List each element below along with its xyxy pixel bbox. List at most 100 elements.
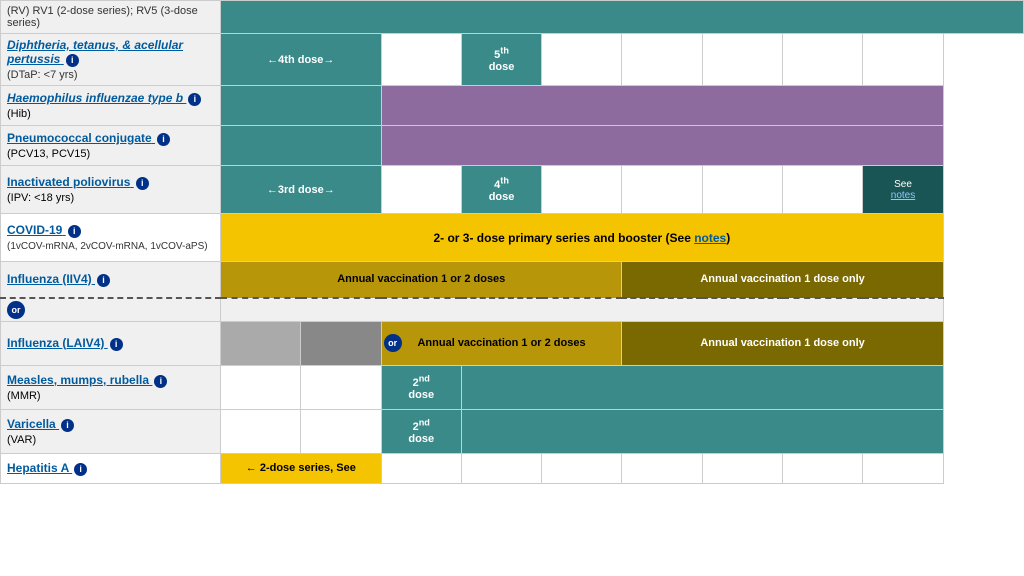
- ipv-gap: [381, 166, 461, 214]
- hepa-empty6: [783, 453, 863, 483]
- ipv-dose3: ←3rd dose→: [221, 166, 382, 214]
- varicella-dose2: 2nddose: [381, 409, 461, 453]
- dtap-sub: (DTaP: <7 yrs): [7, 69, 78, 81]
- hib-info-icon[interactable]: i: [188, 93, 201, 106]
- covid-link[interactable]: COVID-19: [7, 223, 66, 237]
- rv-span: [221, 1, 1024, 34]
- pcv-purple: [381, 126, 943, 166]
- row-hepa: Hepatitis A i ← 2-dose series, See: [1, 453, 1024, 483]
- varicella-sub: (VAR): [7, 434, 36, 446]
- covid-sub: (1vCOV-mRNA, 2vCOV-mRNA, 1vCOV-aPS): [7, 241, 208, 252]
- ipv-sub: (IPV: <18 yrs): [7, 192, 74, 204]
- covid-name-cell: COVID-19 i (1vCOV-mRNA, 2vCOV-mRNA, 1vCO…: [1, 214, 221, 262]
- varicella-empty2: [301, 409, 381, 453]
- ipv-name-cell: Inactivated poliovirus i (IPV: <18 yrs): [1, 166, 221, 214]
- iiv4-link[interactable]: Influenza (IIV4): [7, 272, 95, 286]
- or-badge: or: [7, 301, 25, 319]
- laiv4-gray2: [301, 321, 381, 365]
- dtap-empty3: [702, 34, 782, 86]
- row-varicella: Varicella i (VAR) 2nddose: [1, 409, 1024, 453]
- hepa-name-cell: Hepatitis A i: [1, 453, 221, 483]
- ipv-empty3: [702, 166, 782, 214]
- hepa-empty1: [381, 453, 461, 483]
- mmr-dose2: 2nddose: [381, 365, 461, 409]
- covid-info-icon[interactable]: i: [68, 225, 81, 238]
- hepa-dose-series: ← 2-dose series, See: [221, 453, 382, 483]
- row-rv: (RV) RV1 (2-dose series); RV5 (3-dose se…: [1, 1, 1024, 34]
- pcv-teal1: [221, 126, 382, 166]
- ipv-notes-link[interactable]: notes: [891, 190, 915, 201]
- iiv4-name-cell: Influenza (IIV4) i: [1, 262, 221, 298]
- dtap-info-icon[interactable]: i: [66, 54, 79, 67]
- or-span: [221, 298, 944, 322]
- varicella-name-cell: Varicella i (VAR): [1, 409, 221, 453]
- mmr-empty1: [221, 365, 301, 409]
- row-influenza-laiv4: Influenza (LAIV4) i or Annual vaccinatio…: [1, 321, 1024, 365]
- hepa-empty7: [863, 453, 943, 483]
- dtap-dose4: ←4th dose→: [221, 34, 382, 86]
- hib-name-cell: Haemophilus influenzae type b i (Hib): [1, 86, 221, 126]
- laiv4-link[interactable]: Influenza (LAIV4): [7, 336, 108, 350]
- row-dtap: Diphtheria, tetanus, & acellular pertuss…: [1, 34, 1024, 86]
- pcv-sub: (PCV13, PCV15): [7, 148, 90, 160]
- ipv-see-notes: See notes: [863, 166, 943, 214]
- hib-link[interactable]: Haemophilus influenzae type b: [7, 91, 186, 105]
- ipv-empty2: [622, 166, 702, 214]
- hepa-empty3: [542, 453, 622, 483]
- row-hib: Haemophilus influenzae type b i (Hib): [1, 86, 1024, 126]
- covid-span: 2- or 3- dose primary series and booster…: [221, 214, 944, 262]
- dtap-empty4: [783, 34, 863, 86]
- row-influenza-iiv4: Influenza (IIV4) i Annual vaccination 1 …: [1, 262, 1024, 298]
- ipv-dose4: 4thdose: [461, 166, 541, 214]
- rv-label: (RV) RV1 (2-dose series); RV5 (3-dose se…: [7, 5, 198, 29]
- ipv-link[interactable]: Inactivated poliovirus: [7, 175, 134, 189]
- row-pcv: Pneumococcal conjugate i (PCV13, PCV15): [1, 126, 1024, 166]
- row-or: or: [1, 298, 1024, 322]
- hepa-empty2: [461, 453, 541, 483]
- iiv4-annual2: Annual vaccination 1 dose only: [622, 262, 943, 298]
- ipv-empty4: [783, 166, 863, 214]
- or-cell: or: [1, 298, 221, 322]
- iiv4-info-icon[interactable]: i: [97, 274, 110, 287]
- hepa-empty5: [702, 453, 782, 483]
- laiv4-info-icon[interactable]: i: [110, 338, 123, 351]
- row-covid: COVID-19 i (1vCOV-mRNA, 2vCOV-mRNA, 1vCO…: [1, 214, 1024, 262]
- ipv-empty1: [542, 166, 622, 214]
- dtap-dose5: 5thdose: [461, 34, 541, 86]
- mmr-empty2: [301, 365, 381, 409]
- or-badge-2: or: [384, 334, 402, 352]
- mmr-name-cell: Measles, mumps, rubella i (MMR): [1, 365, 221, 409]
- mmr-link[interactable]: Measles, mumps, rubella: [7, 373, 152, 387]
- mmr-info-icon[interactable]: i: [154, 375, 167, 388]
- pcv-link[interactable]: Pneumococcal conjugate: [7, 131, 155, 145]
- hepa-link[interactable]: Hepatitis A: [7, 461, 72, 475]
- laiv4-name-cell: Influenza (LAIV4) i: [1, 321, 221, 365]
- hepa-info-icon[interactable]: i: [74, 463, 87, 476]
- dtap-gap1: [381, 34, 461, 86]
- pcv-name-cell: Pneumococcal conjugate i (PCV13, PCV15): [1, 126, 221, 166]
- dtap-empty2: [622, 34, 702, 86]
- row-ipv: Inactivated poliovirus i (IPV: <18 yrs) …: [1, 166, 1024, 214]
- dtap-empty1: [542, 34, 622, 86]
- dtap-link[interactable]: Diphtheria, tetanus, & acellular pertuss…: [7, 38, 183, 66]
- varicella-info-icon[interactable]: i: [61, 419, 74, 432]
- varicella-empty1: [221, 409, 301, 453]
- dtap-empty5: [863, 34, 943, 86]
- varicella-link[interactable]: Varicella: [7, 417, 59, 431]
- hib-purple: [381, 86, 943, 126]
- laiv4-gray1: [221, 321, 301, 365]
- pcv-info-icon[interactable]: i: [157, 133, 170, 146]
- iiv4-annual1: Annual vaccination 1 or 2 doses: [221, 262, 622, 298]
- laiv4-annual2: Annual vaccination 1 dose only: [622, 321, 943, 365]
- covid-notes-link[interactable]: notes: [694, 231, 726, 245]
- mmr-sub: (MMR): [7, 390, 41, 402]
- dtap-name-cell: Diphtheria, tetanus, & acellular pertuss…: [1, 34, 221, 86]
- rv-name-cell: (RV) RV1 (2-dose series); RV5 (3-dose se…: [1, 1, 221, 34]
- hib-sub: (Hib): [7, 108, 31, 120]
- ipv-info-icon[interactable]: i: [136, 177, 149, 190]
- row-mmr: Measles, mumps, rubella i (MMR) 2nddose: [1, 365, 1024, 409]
- varicella-teal1: [461, 409, 943, 453]
- mmr-teal1: [461, 365, 943, 409]
- hib-teal1: [221, 86, 382, 126]
- hepa-empty4: [622, 453, 702, 483]
